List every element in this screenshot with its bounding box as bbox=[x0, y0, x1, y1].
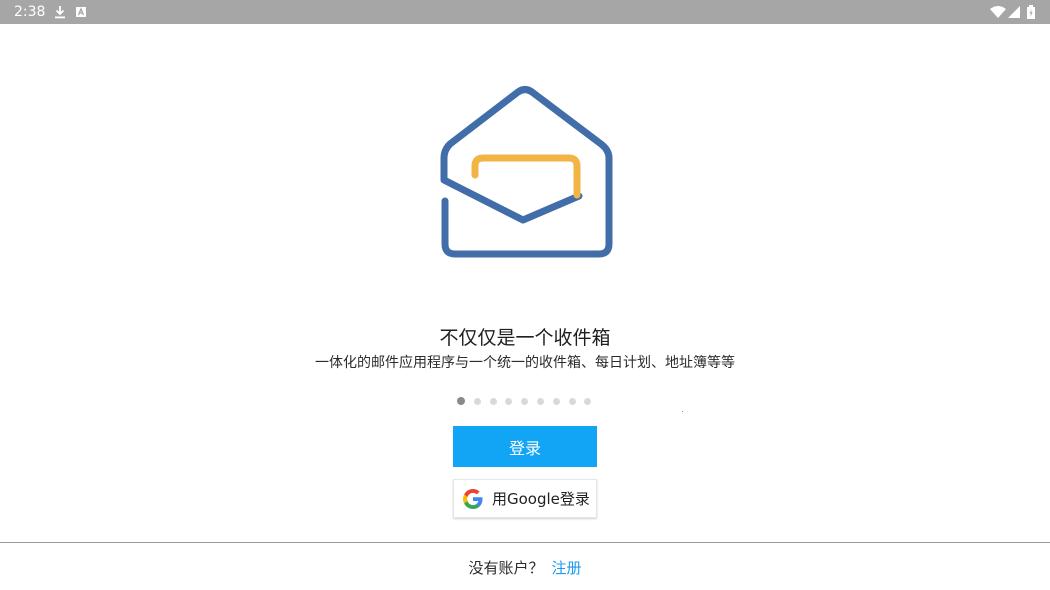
stray-pixel bbox=[682, 411, 683, 412]
signup-footer: 没有账户？ 注册 bbox=[0, 557, 1050, 578]
status-bar: 2:38 bbox=[0, 0, 1050, 24]
no-account-text: 没有账户？ bbox=[468, 559, 544, 577]
onboarding-headline: 不仅仅是一个收件箱 bbox=[439, 327, 611, 349]
download-icon bbox=[54, 0, 66, 24]
page-dot[interactable] bbox=[552, 397, 560, 405]
page-dot[interactable] bbox=[457, 397, 465, 405]
page-dot[interactable] bbox=[505, 397, 513, 405]
google-login-button[interactable]: 用Google登录 bbox=[453, 479, 597, 518]
battery-icon bbox=[1027, 0, 1035, 24]
page-indicator[interactable] bbox=[457, 396, 600, 406]
a-icon bbox=[76, 0, 86, 24]
wifi-icon bbox=[990, 0, 1006, 24]
status-time: 2:38 bbox=[14, 4, 46, 20]
google-icon bbox=[461, 487, 485, 511]
signal-icon bbox=[1008, 0, 1020, 24]
page-dot[interactable] bbox=[489, 397, 497, 405]
register-link[interactable]: 注册 bbox=[552, 559, 582, 577]
google-login-label: 用Google登录 bbox=[492, 490, 590, 508]
mail-envelope-logo bbox=[437, 84, 617, 262]
onboarding-subline: 一体化的邮件应用程序与一个统一的收件箱、每日计划、地址簿等等 bbox=[315, 355, 735, 371]
page-dot[interactable] bbox=[584, 397, 592, 405]
page-dot[interactable] bbox=[568, 397, 576, 405]
login-button[interactable]: 登录 bbox=[453, 426, 597, 467]
page-dot[interactable] bbox=[521, 397, 529, 405]
page-dot[interactable] bbox=[473, 397, 481, 405]
footer-divider bbox=[0, 542, 1050, 543]
page-dot[interactable] bbox=[536, 397, 544, 405]
